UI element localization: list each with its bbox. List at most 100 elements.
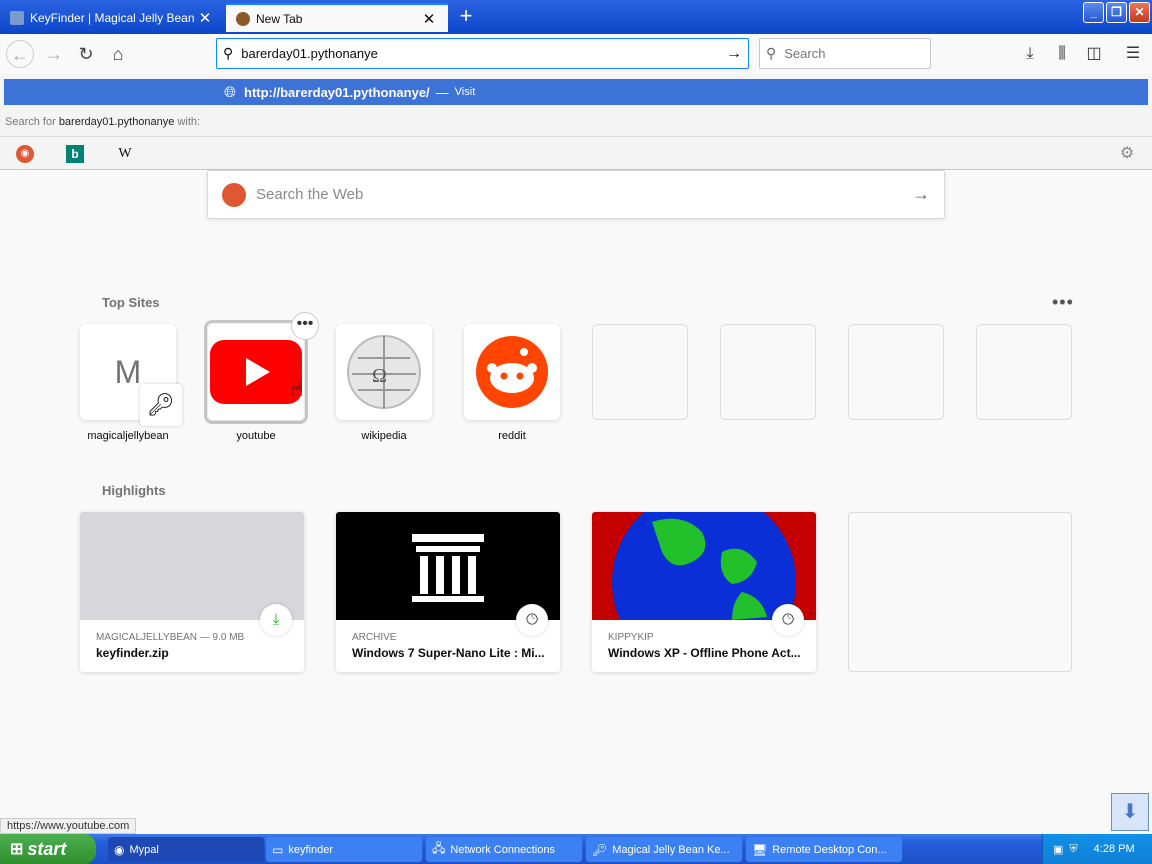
sidebar-icon[interactable]: ◫ xyxy=(1082,42,1106,66)
close-window-button[interactable]: ✕ xyxy=(1129,2,1150,23)
clock-icon: 🕒︎ xyxy=(516,604,548,636)
top-sites-title: Top Sites xyxy=(102,295,160,310)
taskbar-item-network-connections[interactable]: 🖧︎ Network Connections xyxy=(426,837,582,862)
url-input[interactable]: barerday01.pythonanye xyxy=(233,46,726,61)
autocomplete-suggestion[interactable]: 🌐︎ http://barerday01.pythonanye/ — Visit xyxy=(4,79,1148,105)
svg-text:Ω: Ω xyxy=(372,365,387,387)
back-button[interactable]: ← xyxy=(6,40,34,68)
gear-icon[interactable]: ⚙ xyxy=(1118,145,1136,163)
suggestion-url: http://barerday01.pythonanye/ xyxy=(244,84,430,100)
youtube-logo-icon xyxy=(210,340,302,404)
remote-desktop-icon: 🖥︎ xyxy=(752,842,768,857)
go-arrow-icon[interactable]: → xyxy=(726,45,742,63)
top-site-label: magicaljellybean xyxy=(87,430,169,442)
home-button[interactable]: ⌂ xyxy=(104,40,132,68)
tab-new-tab[interactable]: New Tab ✕ xyxy=(226,3,448,32)
duckduckgo-icon xyxy=(222,182,246,207)
suggestion-action: Visit xyxy=(454,86,476,98)
navigation-toolbar: ← → ↻ ⌂ ⚲ barerday01.pythonanye → ⚲ ⤓ ⫼ … xyxy=(0,34,1152,74)
mypal-favicon-icon xyxy=(236,11,250,26)
highlight-card-archive[interactable]: 🕒︎ ARCHIVE Windows 7 Super-Nano Lite : M… xyxy=(336,512,560,672)
taskbar-item-keyfinder[interactable]: ▭ keyfinder xyxy=(266,837,422,862)
card-context: KIPPYKIP xyxy=(608,632,654,643)
top-site-wikipedia[interactable]: Ω xyxy=(336,324,432,420)
tab-label: KeyFinder | Magical Jelly Bean xyxy=(30,10,195,25)
highlights-title: Highlights xyxy=(102,483,166,498)
security-shield-icon[interactable]: ⛨ xyxy=(1069,843,1077,856)
wikipedia-icon[interactable]: W xyxy=(116,145,134,163)
wikipedia-globe-icon: Ω xyxy=(347,335,421,409)
minimize-button[interactable]: _ xyxy=(1083,2,1104,23)
search-bar[interactable]: ⚲ xyxy=(759,38,931,69)
taskbar-item-mypal[interactable]: ◉ Mypal xyxy=(108,837,264,862)
taskbar-item-magical-jelly-bean[interactable]: 🔑︎ Magical Jelly Bean Ke... xyxy=(586,837,742,862)
network-icon: 🖧︎ xyxy=(432,841,446,855)
card-title: Windows 7 Super-Nano Lite : Mi... xyxy=(352,646,545,660)
top-site-label: wikipedia xyxy=(361,430,407,442)
search-for-prefix: Search for xyxy=(5,116,56,128)
card-context: MAGICALJELLYBEAN — 9.0 MB xyxy=(96,632,245,643)
start-label: start xyxy=(27,838,67,859)
clock: 4:28 PM xyxy=(1093,843,1135,855)
download-icon: ⤓ xyxy=(260,604,292,636)
card-title: Windows XP - Offline Phone Act... xyxy=(608,646,801,660)
search-input[interactable] xyxy=(784,46,905,61)
new-tab-button[interactable]: + xyxy=(452,4,480,30)
forward-button[interactable]: → xyxy=(40,40,68,68)
reload-button[interactable]: ↻ xyxy=(72,40,100,68)
top-site-placeholder xyxy=(848,324,944,420)
top-site-placeholder xyxy=(720,324,816,420)
tab-strip: KeyFinder | Magical Jelly Bean ✕ New Tab… xyxy=(0,0,1152,34)
highlight-card-placeholder xyxy=(848,512,1072,672)
windows-flag-icon: ⊞ xyxy=(10,841,24,858)
autocomplete-popup: 🌐︎ http://barerday01.pythonanye/ — Visit… xyxy=(0,74,1152,170)
highlight-card-keyfinder[interactable]: ⤓ MAGICALJELLYBEAN — 9.0 MB keyfinder.zi… xyxy=(80,512,304,672)
highlight-card-kippykip[interactable]: 🕒︎ KIPPYKIP Windows XP - Offline Phone A… xyxy=(592,512,816,672)
search-for-suffix: with: xyxy=(177,116,201,128)
start-button[interactable]: ⊞ start xyxy=(0,834,96,864)
menu-icon[interactable]: ☰ xyxy=(1121,42,1145,66)
more-options-icon[interactable]: ••• xyxy=(1052,292,1074,313)
site-context-menu-button[interactable]: ••• xyxy=(291,312,319,340)
arrow-right-icon[interactable]: → xyxy=(912,184,930,205)
top-site-placeholder xyxy=(976,324,1072,420)
top-site-label: reddit xyxy=(498,430,526,442)
mypal-icon: ◉ xyxy=(114,842,125,857)
top-site-youtube[interactable] xyxy=(208,324,304,420)
duckduckgo-icon[interactable]: ◉ xyxy=(16,145,34,163)
close-tab-icon[interactable]: ✕ xyxy=(420,10,438,28)
search-icon: ⚲ xyxy=(223,45,234,61)
bing-icon[interactable]: b xyxy=(66,145,84,163)
taskbar: ⊞ start ◉ Mypal ▭ keyfinder 🖧︎ Network Conn… xyxy=(0,834,1152,864)
downloads-icon[interactable]: ⤓ xyxy=(1018,42,1042,66)
top-site-reddit[interactable] xyxy=(464,324,560,420)
keyfinder-app-icon: 🔑︎ xyxy=(592,842,608,857)
task-label: Remote Desktop Con... xyxy=(772,843,887,856)
folder-icon: ▭ xyxy=(272,842,284,857)
keyfinder-favicon-icon xyxy=(10,10,24,25)
task-label: Mypal xyxy=(129,843,159,856)
task-label: keyfinder xyxy=(288,843,333,856)
download-arrow-icon[interactable]: ⬇ xyxy=(1111,793,1149,831)
monitor-icon[interactable]: ▣ xyxy=(1053,843,1063,856)
search-engine-bar: ◉ b W ⚙ xyxy=(0,136,1152,168)
top-site-label: youtube xyxy=(236,430,276,442)
web-search-box[interactable]: Search the Web → xyxy=(207,170,945,219)
top-site-placeholder xyxy=(592,324,688,420)
task-label: Network Connections xyxy=(450,843,555,856)
system-tray: ▣ ⛨ 4:28 PM xyxy=(1042,834,1152,864)
hand-cursor-icon: ☝︎ xyxy=(291,379,304,401)
restore-button[interactable]: ❐ xyxy=(1106,2,1127,23)
keys-icon: 🔑︎ xyxy=(140,384,182,426)
task-label: Magical Jelly Bean Ke... xyxy=(612,843,730,856)
top-site-magicaljellybean[interactable]: M 🔑︎ xyxy=(80,324,182,426)
tab-keyfinder[interactable]: KeyFinder | Magical Jelly Bean ✕ xyxy=(0,3,224,32)
taskbar-item-remote-desktop[interactable]: 🖥︎ Remote Desktop Con... xyxy=(746,837,902,862)
clock-icon: 🕒︎ xyxy=(772,604,804,636)
suggestion-separator: — xyxy=(435,84,449,100)
search-icon: ⚲ xyxy=(766,45,777,61)
web-search-placeholder: Search the Web xyxy=(256,186,364,203)
library-icon[interactable]: ⫼ xyxy=(1050,42,1074,66)
close-tab-icon[interactable]: ✕ xyxy=(196,9,214,27)
url-bar[interactable]: ⚲ barerday01.pythonanye → xyxy=(216,38,749,69)
